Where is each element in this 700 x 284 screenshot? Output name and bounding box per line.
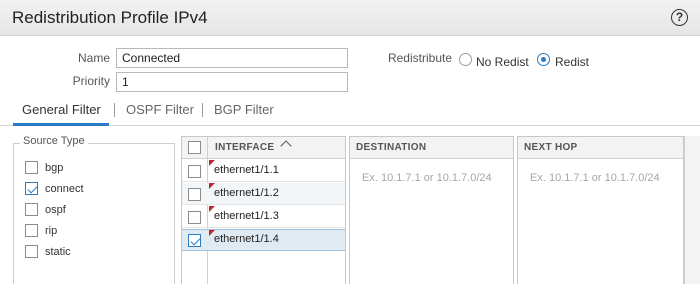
- nexthop-column-header: NEXT HOP: [524, 142, 578, 153]
- destination-grid[interactable]: DESTINATION Ex. 10.1.7.1 or 10.1.7.0/24: [349, 136, 514, 284]
- name-label: Name: [77, 51, 110, 65]
- interface-name: ethernet1/1.2: [214, 187, 279, 199]
- source-static-label[interactable]: static: [45, 246, 71, 258]
- interface-column-header[interactable]: INTERFACE: [215, 142, 274, 153]
- tab-general-filter[interactable]: General Filter: [22, 102, 101, 117]
- tab-bgp-filter[interactable]: BGP Filter: [214, 102, 274, 117]
- destination-grid-header: DESTINATION: [350, 137, 513, 159]
- row-checkbox[interactable]: [188, 188, 201, 201]
- tab-divider: [114, 103, 115, 117]
- table-row[interactable]: ethernet1/1.3: [182, 206, 345, 228]
- nexthop-placeholder: Ex. 10.1.7.1 or 10.1.7.0/24: [530, 172, 660, 184]
- tab-divider: [202, 103, 203, 117]
- source-ospf-label[interactable]: ospf: [45, 204, 66, 216]
- source-bgp-checkbox[interactable]: [25, 161, 38, 174]
- help-icon[interactable]: ?: [671, 9, 688, 26]
- select-all-checkbox[interactable]: [188, 141, 201, 154]
- redist-radio[interactable]: [537, 53, 550, 66]
- source-rip-label[interactable]: rip: [45, 225, 57, 237]
- dialog-title: Redistribution Profile IPv4: [12, 8, 208, 27]
- table-row[interactable]: ethernet1/1.4: [182, 229, 345, 251]
- dialog-titlebar: Redistribution Profile IPv4 ?: [0, 0, 700, 36]
- row-checkbox[interactable]: [188, 211, 201, 224]
- interface-grid: INTERFACE ethernet1/1.1 ethernet1/1.2 et…: [181, 136, 346, 284]
- no-redist-label[interactable]: No Redist: [476, 55, 529, 69]
- interface-name: ethernet1/1.4: [214, 233, 279, 245]
- filter-tabs: General Filter OSPF Filter BGP Filter: [0, 98, 700, 126]
- destination-column-header: DESTINATION: [356, 142, 427, 153]
- source-connect-checkbox[interactable]: [25, 182, 38, 195]
- sort-ascending-icon[interactable]: [280, 140, 292, 152]
- active-tab-indicator: [13, 123, 109, 126]
- source-ospf-checkbox[interactable]: [25, 203, 38, 216]
- row-checkbox[interactable]: [188, 234, 201, 247]
- interface-name: ethernet1/1.1: [214, 164, 279, 176]
- source-rip-checkbox[interactable]: [25, 224, 38, 237]
- destination-placeholder: Ex. 10.1.7.1 or 10.1.7.0/24: [362, 172, 492, 184]
- source-type-legend: Source Type: [20, 135, 88, 147]
- no-redist-radio[interactable]: [459, 53, 472, 66]
- source-connect-label[interactable]: connect: [45, 183, 84, 195]
- tab-ospf-filter[interactable]: OSPF Filter: [126, 102, 194, 117]
- nexthop-grid[interactable]: NEXT HOP Ex. 10.1.7.1 or 10.1.7.0/24: [517, 136, 684, 284]
- table-row[interactable]: ethernet1/1.2: [182, 183, 345, 205]
- priority-label: Priority: [72, 74, 110, 88]
- table-row[interactable]: ethernet1/1.1: [182, 160, 345, 182]
- name-input[interactable]: [116, 48, 348, 68]
- priority-input[interactable]: [116, 72, 348, 92]
- scrollbar[interactable]: [684, 136, 700, 284]
- row-checkbox[interactable]: [188, 165, 201, 178]
- redist-label[interactable]: Redist: [555, 55, 589, 69]
- redistribute-label: Redistribute: [387, 51, 452, 65]
- interface-name: ethernet1/1.3: [214, 210, 279, 222]
- source-static-checkbox[interactable]: [25, 245, 38, 258]
- source-bgp-label[interactable]: bgp: [45, 162, 63, 174]
- nexthop-grid-header: NEXT HOP: [518, 137, 683, 159]
